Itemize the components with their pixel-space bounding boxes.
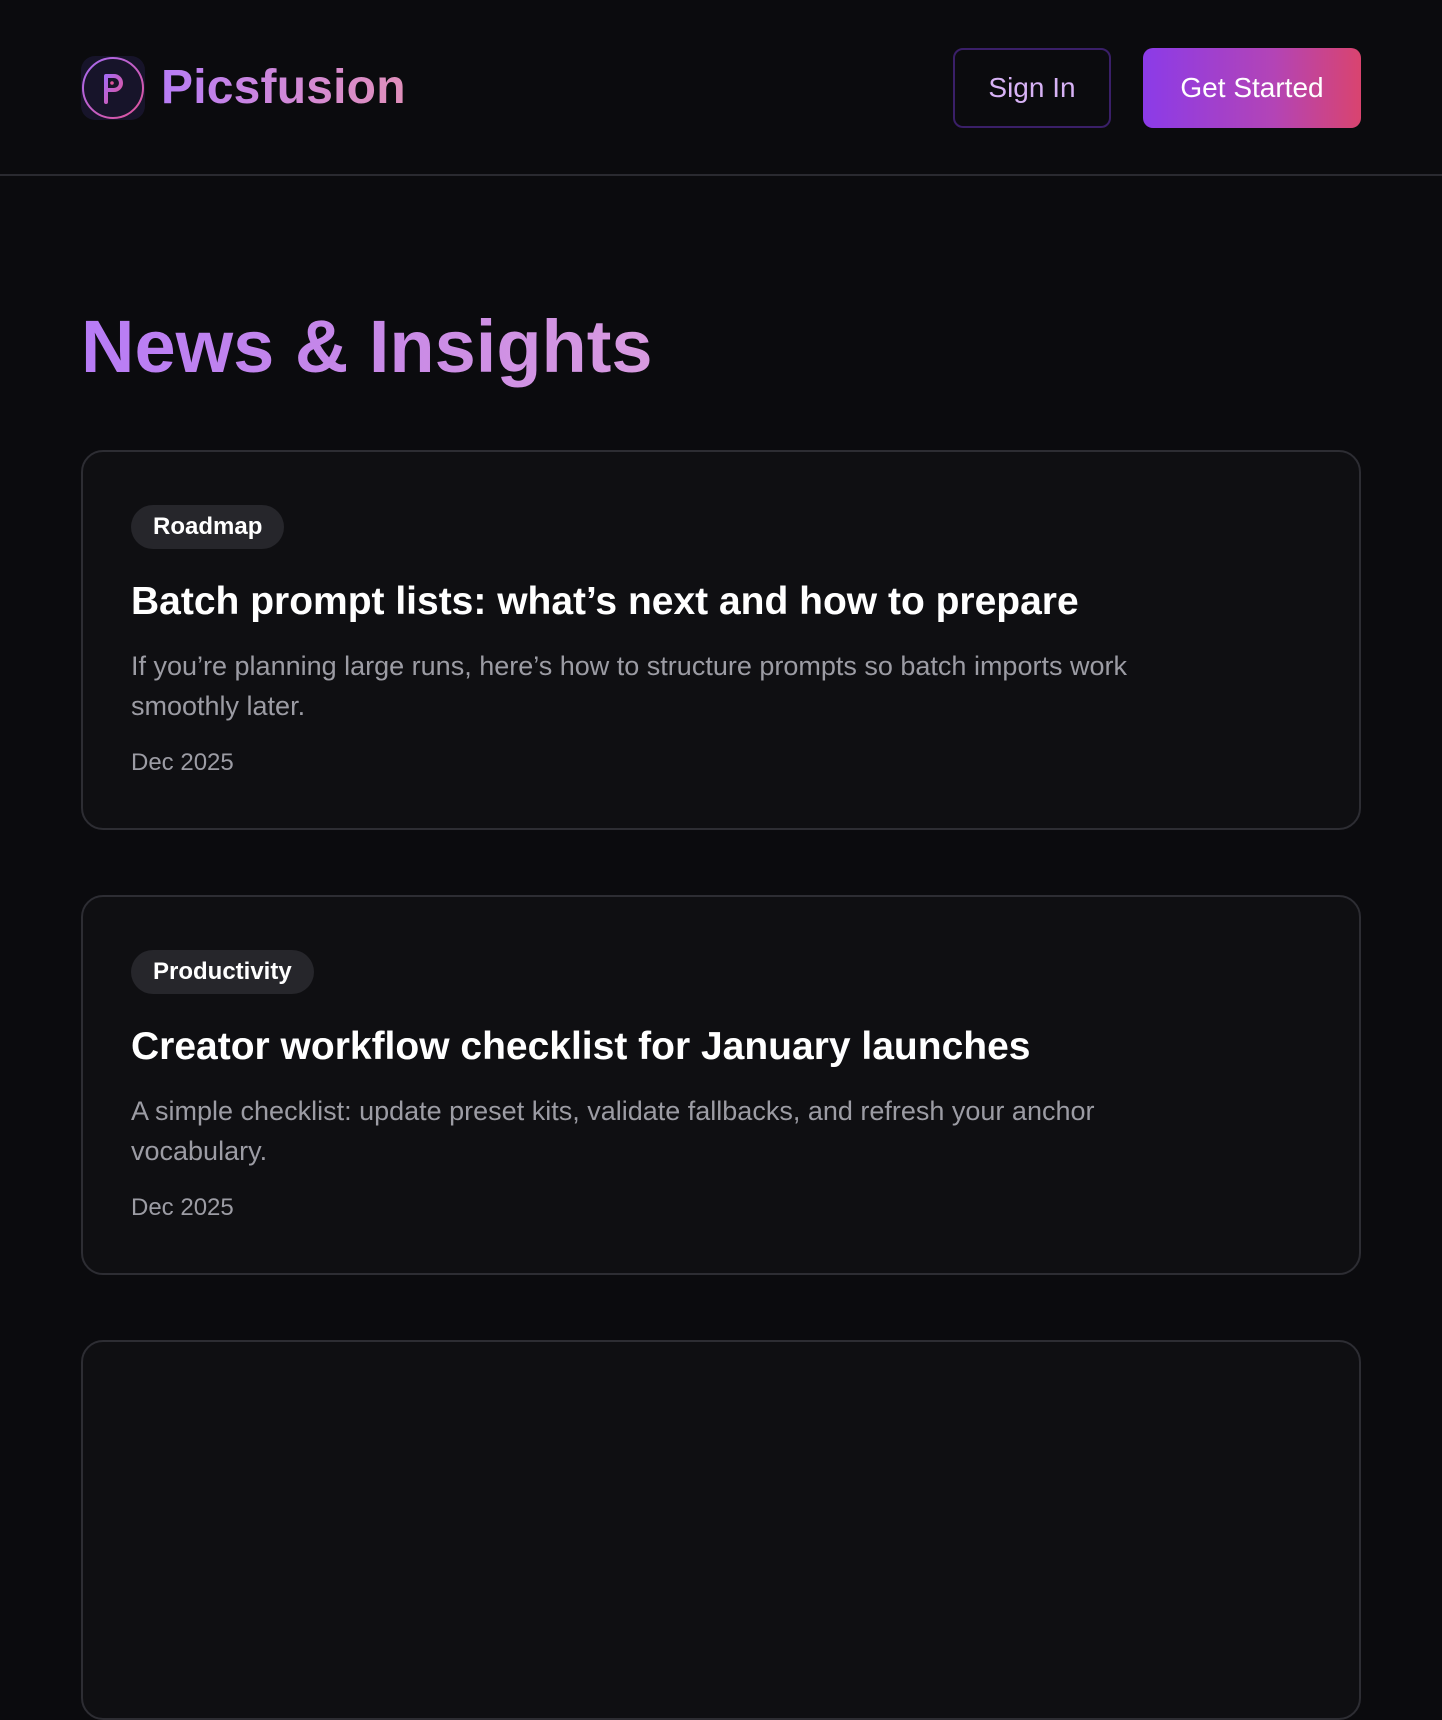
get-started-button[interactable]: Get Started	[1143, 48, 1361, 128]
post-date: Dec 2025	[131, 749, 234, 776]
brand[interactable]: Picsfusion	[81, 56, 406, 120]
post-excerpt: If you’re planning large runs, here’s ho…	[131, 651, 1127, 721]
post-excerpt: A simple checklist: update preset kits, …	[131, 1096, 1095, 1166]
news-card-partial[interactable]	[81, 1340, 1361, 1720]
brand-name: Picsfusion	[161, 56, 406, 120]
category-tag: Roadmap	[131, 505, 285, 549]
post-date: Dec 2025	[131, 1194, 234, 1221]
post-title[interactable]: Creator workflow checklist for January l…	[131, 1023, 1030, 1071]
post-title[interactable]: Batch prompt lists: what’s next and how …	[131, 578, 1079, 626]
site-header: Picsfusion Sign In Get Started	[0, 0, 1442, 176]
category-tag: Productivity	[131, 950, 314, 994]
news-card[interactable]: Roadmap Batch prompt lists: what’s next …	[81, 450, 1361, 830]
news-card[interactable]: Productivity Creator workflow checklist …	[81, 895, 1361, 1275]
picsfusion-logo-icon	[81, 56, 145, 120]
page-title: News & Insights	[81, 302, 653, 392]
sign-in-button[interactable]: Sign In	[953, 48, 1111, 128]
